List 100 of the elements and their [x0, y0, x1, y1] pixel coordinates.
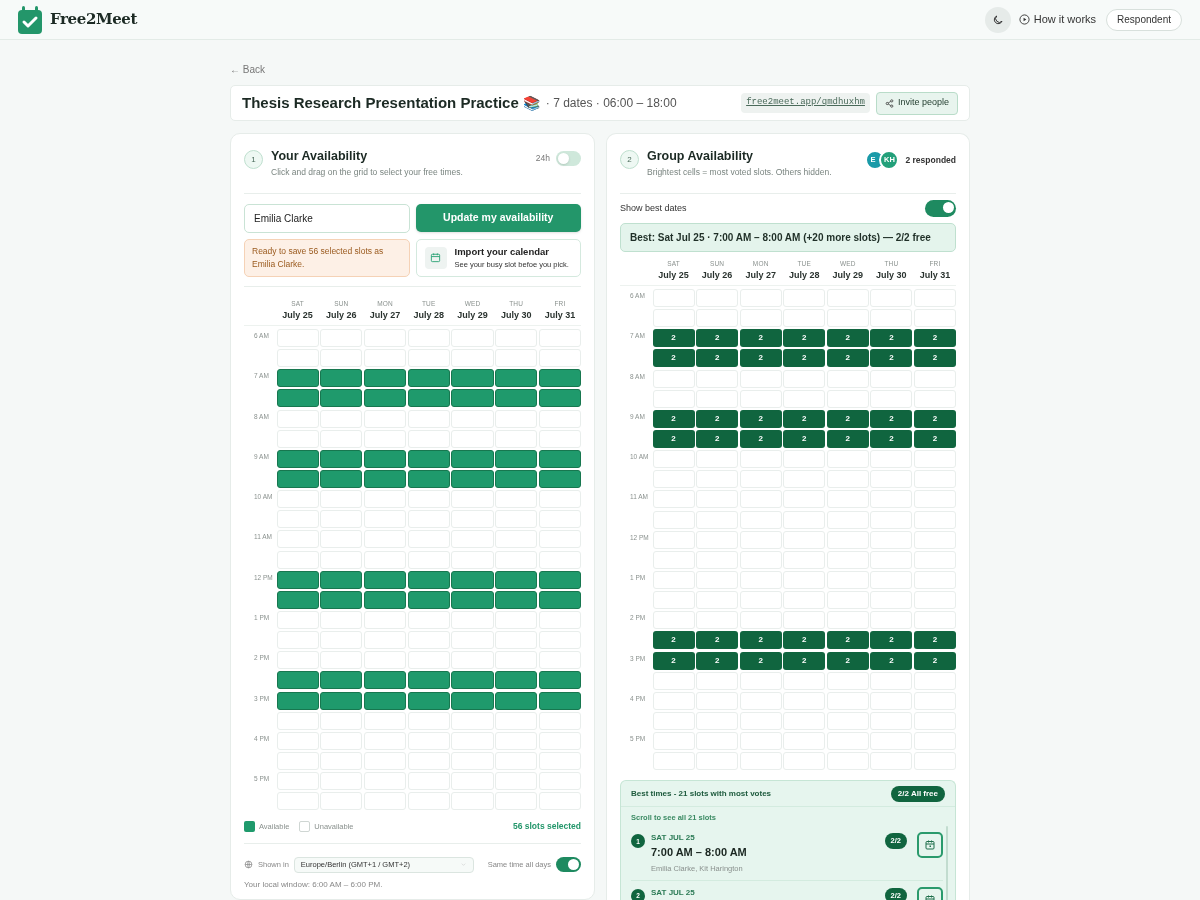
time-slot[interactable]	[451, 671, 494, 690]
scrollbar[interactable]	[946, 826, 948, 900]
time-slot[interactable]	[320, 590, 363, 609]
time-slot[interactable]	[320, 691, 363, 710]
time-slot[interactable]	[538, 590, 581, 609]
time-slot[interactable]	[451, 369, 494, 388]
vote-count-cell[interactable]: 2	[826, 409, 869, 428]
time-slot[interactable]	[363, 590, 407, 609]
time-slot[interactable]	[320, 389, 363, 408]
how-it-works-link[interactable]: How it works	[1018, 11, 1097, 28]
time-slot[interactable]	[407, 389, 450, 408]
time-slot[interactable]	[407, 671, 450, 690]
time-slot[interactable]	[320, 671, 363, 690]
best-dates-toggle[interactable]	[925, 199, 956, 217]
dark-mode-button[interactable]	[984, 6, 1011, 33]
time-slot[interactable]	[363, 369, 407, 388]
vote-count-cell[interactable]: 2	[739, 430, 782, 448]
vote-count-cell[interactable]: 2	[870, 430, 913, 448]
vote-count-cell[interactable]: 2	[783, 651, 826, 670]
time-slot[interactable]	[276, 590, 319, 609]
vote-count-cell[interactable]: 2	[652, 329, 695, 348]
vote-count-cell[interactable]: 2	[870, 329, 913, 348]
time-slot[interactable]	[407, 470, 450, 488]
time-slot[interactable]	[495, 470, 538, 488]
time-slot[interactable]	[276, 691, 319, 710]
vote-count-cell[interactable]: 2	[783, 631, 826, 650]
time-slot[interactable]	[407, 691, 450, 710]
vote-count-cell[interactable]: 2	[826, 631, 869, 650]
vote-count-cell[interactable]: 2	[652, 631, 695, 650]
time-slot[interactable]	[407, 369, 450, 388]
vote-count-cell[interactable]: 2	[652, 430, 695, 448]
vote-count-cell[interactable]: 2	[696, 651, 739, 670]
format-toggle[interactable]	[556, 151, 581, 166]
time-slot[interactable]	[407, 570, 450, 589]
time-slot[interactable]	[538, 570, 581, 589]
time-slot[interactable]	[538, 449, 581, 468]
time-slot[interactable]	[495, 449, 538, 468]
vote-count-cell[interactable]: 2	[826, 430, 869, 448]
vote-count-cell[interactable]: 2	[739, 349, 782, 368]
time-slot[interactable]	[538, 691, 581, 710]
time-slot[interactable]	[538, 369, 581, 388]
time-slot[interactable]	[276, 570, 319, 589]
time-slot[interactable]	[363, 470, 407, 488]
time-slot[interactable]	[320, 470, 363, 488]
same-time-toggle[interactable]	[556, 857, 581, 873]
time-slot[interactable]	[495, 691, 538, 710]
time-slot[interactable]	[451, 449, 494, 468]
back-link[interactable]: ← Back	[230, 64, 265, 75]
vote-count-cell[interactable]: 2	[783, 329, 826, 348]
time-slot[interactable]	[320, 369, 363, 388]
vote-count-cell[interactable]: 2	[870, 409, 913, 428]
time-slot[interactable]	[495, 369, 538, 388]
respondent-button[interactable]: Respondent	[1106, 8, 1182, 31]
name-field[interactable]: Emilia Clarke	[244, 203, 410, 233]
time-slot[interactable]	[276, 449, 319, 468]
invite-button[interactable]: Invite people	[875, 91, 958, 115]
vote-count-cell[interactable]: 2	[913, 349, 956, 368]
time-slot[interactable]	[363, 671, 407, 690]
time-slot[interactable]	[407, 590, 450, 609]
time-slot[interactable]	[320, 449, 363, 468]
time-slot[interactable]	[320, 570, 363, 589]
vote-count-cell[interactable]: 2	[913, 430, 956, 448]
vote-count-cell[interactable]: 2	[696, 329, 739, 348]
time-slot[interactable]	[276, 369, 319, 388]
vote-count-cell[interactable]: 2	[652, 409, 695, 428]
vote-count-cell[interactable]: 2	[652, 651, 695, 670]
vote-count-cell[interactable]: 2	[913, 329, 956, 348]
time-slot[interactable]	[363, 570, 407, 589]
vote-count-cell[interactable]: 2	[913, 631, 956, 650]
vote-count-cell[interactable]: 2	[783, 430, 826, 448]
time-slot[interactable]	[363, 449, 407, 468]
vote-count-cell[interactable]: 2	[826, 329, 869, 348]
vote-count-cell[interactable]: 2	[739, 631, 782, 650]
share-link[interactable]: free2meet.app/qmdhuxhm	[741, 93, 870, 113]
time-slot[interactable]	[451, 389, 494, 408]
vote-count-cell[interactable]: 2	[652, 349, 695, 368]
time-slot[interactable]	[363, 389, 407, 408]
vote-count-cell[interactable]: 2	[696, 409, 739, 428]
add-to-calendar-button[interactable]	[917, 832, 943, 859]
vote-count-cell[interactable]: 2	[783, 349, 826, 368]
time-slot[interactable]	[538, 671, 581, 690]
vote-count-cell[interactable]: 2	[870, 631, 913, 650]
time-slot[interactable]	[276, 671, 319, 690]
vote-count-cell[interactable]: 2	[696, 349, 739, 368]
time-slot[interactable]	[451, 691, 494, 710]
vote-count-cell[interactable]: 2	[739, 329, 782, 348]
update-button[interactable]: Update my availability	[415, 203, 581, 232]
vote-count-cell[interactable]: 2	[913, 409, 956, 428]
time-slot[interactable]	[495, 389, 538, 408]
time-slot[interactable]	[495, 590, 538, 609]
vote-count-cell[interactable]: 2	[826, 651, 869, 670]
vote-count-cell[interactable]: 2	[696, 430, 739, 448]
vote-count-cell[interactable]: 2	[783, 409, 826, 428]
time-slot[interactable]	[538, 470, 581, 488]
time-slot[interactable]	[451, 570, 494, 589]
vote-count-cell[interactable]: 2	[913, 651, 956, 670]
vote-count-cell[interactable]: 2	[870, 651, 913, 670]
time-slot[interactable]	[495, 570, 538, 589]
time-slot[interactable]	[451, 590, 494, 609]
vote-count-cell[interactable]: 2	[696, 631, 739, 650]
